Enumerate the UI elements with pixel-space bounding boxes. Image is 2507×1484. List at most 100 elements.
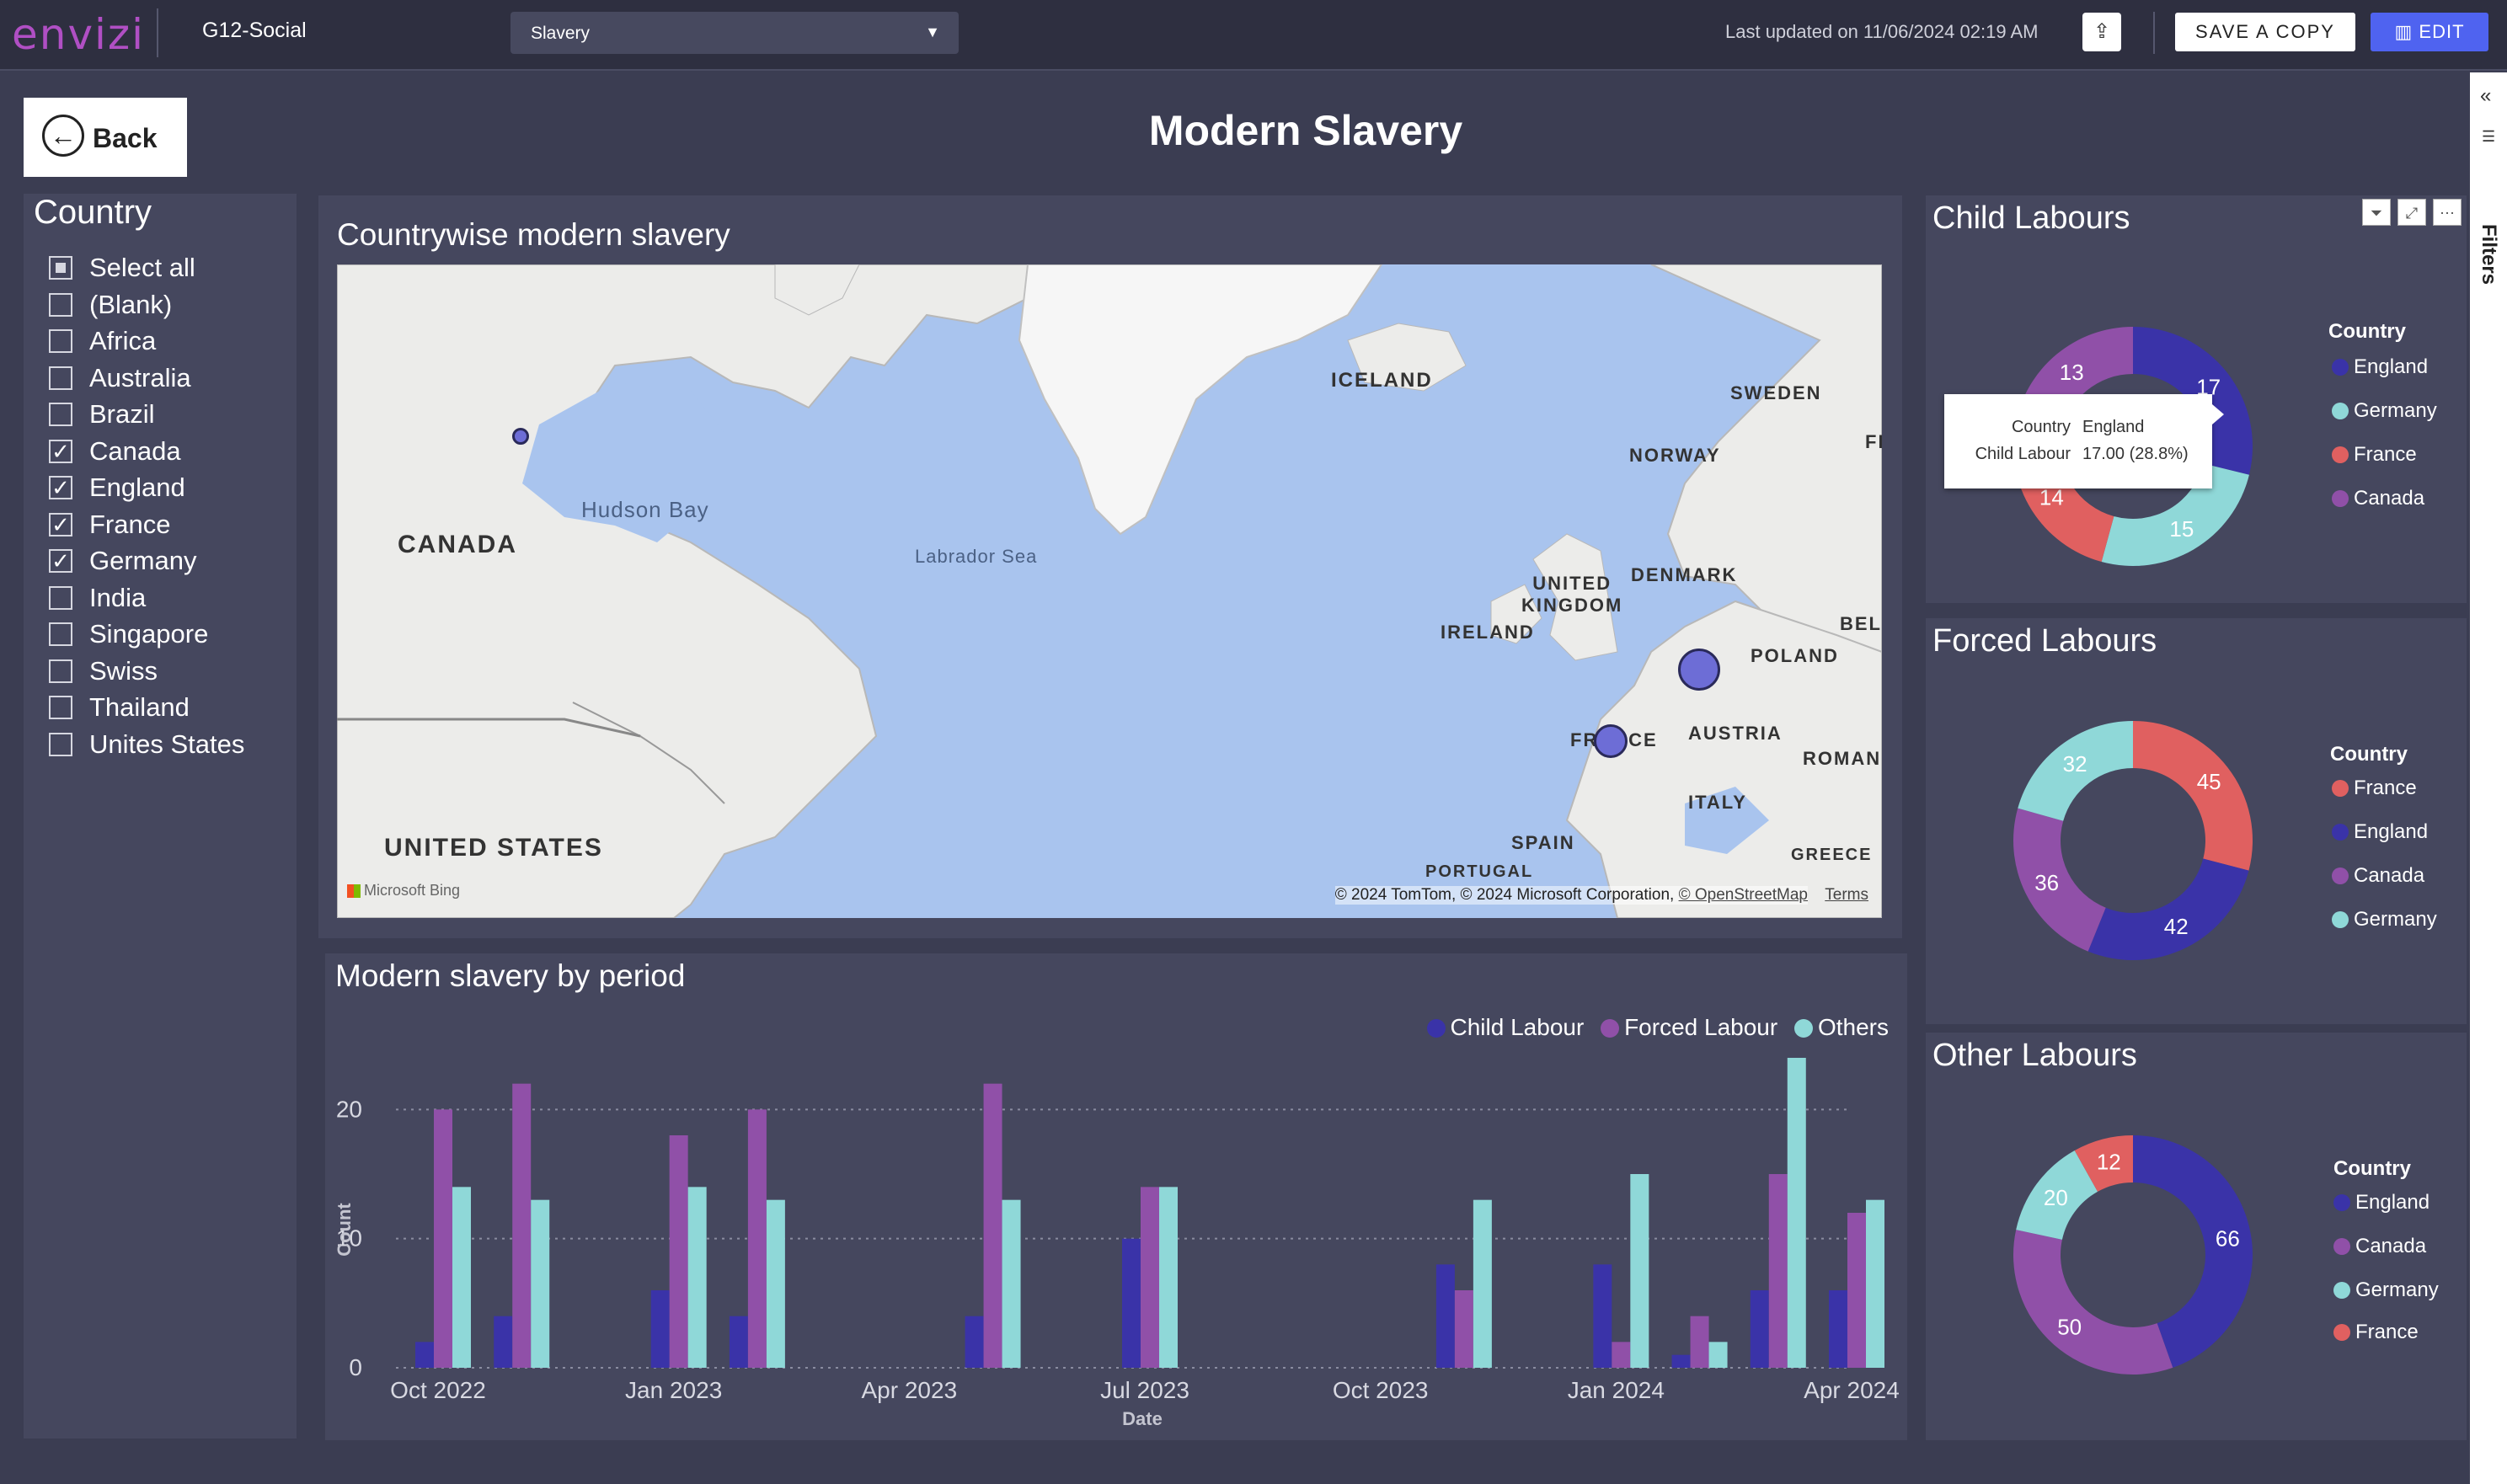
map-bubble-canada[interactable] <box>512 428 529 445</box>
map-bubble-germany[interactable] <box>1678 649 1720 691</box>
bar-others[interactable] <box>1866 1199 1884 1368</box>
donut-slice-england[interactable] <box>2087 858 2249 960</box>
legend-item-england[interactable]: England <box>2333 1191 2429 1214</box>
checkbox[interactable]: ✓ <box>49 476 72 499</box>
expand-filters-icon[interactable]: « <box>2480 84 2491 108</box>
legend-item-france[interactable]: France <box>2333 1321 2419 1344</box>
legend-item-canada[interactable]: Canada <box>2333 1235 2426 1258</box>
edit-button[interactable]: ▥ EDIT <box>2371 13 2488 51</box>
checkbox[interactable] <box>49 329 72 353</box>
legend-item-france[interactable]: France <box>2332 443 2417 467</box>
more-options-icon[interactable]: ⋯ <box>2433 199 2462 226</box>
bar-others[interactable] <box>452 1187 471 1368</box>
slicer-item[interactable]: ✓ France <box>49 508 293 542</box>
bar-others[interactable] <box>766 1199 785 1368</box>
slicer-item-label: Singapore <box>89 619 209 649</box>
slicer-item[interactable]: Africa <box>49 324 293 358</box>
slicer-item[interactable]: Select all <box>49 251 293 285</box>
terms-link[interactable]: Terms <box>1825 886 1868 905</box>
bar-forced-labour[interactable] <box>434 1109 452 1368</box>
bar-forced-labour[interactable] <box>669 1135 688 1368</box>
checkbox[interactable]: ✓ <box>49 549 72 573</box>
bar-forced-labour[interactable] <box>1847 1213 1866 1368</box>
slicer-item[interactable]: Swiss <box>49 654 293 688</box>
bar-child-labour[interactable] <box>965 1316 984 1368</box>
bar-child-labour[interactable] <box>1829 1290 1847 1368</box>
slicer-item[interactable]: Brazil <box>49 398 293 431</box>
bar-others[interactable] <box>1630 1174 1649 1368</box>
bar-child-labour[interactable] <box>1750 1290 1769 1368</box>
legend-item-canada[interactable]: Canada <box>2332 487 2424 510</box>
slicer-item[interactable]: ✓ Germany <box>49 544 293 578</box>
slicer-item[interactable]: India <box>49 581 293 615</box>
bar-child-labour[interactable] <box>494 1316 513 1368</box>
save-copy-button[interactable]: SAVE A COPY <box>2175 13 2355 51</box>
legend-item-forced-labour[interactable]: Forced Labour <box>1601 1014 1777 1040</box>
checkbox[interactable]: ✓ <box>49 512 72 536</box>
legend-item-france[interactable]: France <box>2332 777 2417 800</box>
checkbox[interactable] <box>49 403 72 426</box>
envizi-logo[interactable]: envizi <box>12 10 145 59</box>
back-button[interactable]: ← Back <box>24 98 187 177</box>
bar-child-labour[interactable] <box>650 1290 670 1368</box>
bar-forced-labour[interactable] <box>1141 1187 1159 1368</box>
checkbox[interactable] <box>49 256 72 280</box>
checkbox[interactable] <box>49 585 72 610</box>
bar-forced-labour[interactable] <box>1454 1290 1473 1368</box>
legend-item-germany[interactable]: Germany <box>2333 1278 2439 1302</box>
bar-child-labour[interactable] <box>1593 1264 1612 1368</box>
slicer-item[interactable]: Thailand <box>49 691 293 724</box>
legend-item-others[interactable]: Others <box>1793 1014 1889 1040</box>
donut-slice-canada[interactable] <box>2013 1230 2173 1375</box>
legend-item-germany[interactable]: Germany <box>2332 399 2437 423</box>
bar-forced-labour[interactable] <box>1768 1174 1788 1368</box>
legend-item-england[interactable]: England <box>2332 355 2428 379</box>
legend-item-canada[interactable]: Canada <box>2332 864 2424 888</box>
bar-child-labour[interactable] <box>729 1316 748 1368</box>
checkbox[interactable] <box>49 292 72 317</box>
map-canvas[interactable]: ICELAND SWEDEN FINLA NORWAY Hudson Bay L… <box>337 264 1882 918</box>
checkbox[interactable] <box>49 366 72 390</box>
filters-pane-collapsed[interactable]: « ☰ Filters <box>2470 72 2507 1484</box>
osm-link[interactable]: © OpenStreetMap <box>1679 886 1808 904</box>
bar-others[interactable] <box>687 1187 707 1368</box>
report-select[interactable]: Slavery ▼ <box>510 12 959 54</box>
filter-icon[interactable]: ⏷ <box>2362 199 2391 226</box>
checkbox[interactable] <box>49 659 72 683</box>
share-button[interactable]: ⇪ <box>2082 13 2121 51</box>
bar-others[interactable] <box>1787 1058 1806 1368</box>
legend-item-child-labour[interactable]: Child Labour <box>1426 1014 1584 1040</box>
legend-item-germany[interactable]: Germany <box>2332 908 2437 932</box>
map-bubble-france[interactable] <box>1594 724 1628 758</box>
bar-others[interactable] <box>1708 1342 1728 1368</box>
slicer-item[interactable]: Australia <box>49 361 293 395</box>
bar-forced-labour[interactable] <box>1612 1342 1631 1368</box>
checkbox[interactable]: ✓ <box>49 439 72 463</box>
checkbox[interactable] <box>49 732 72 756</box>
bar-child-labour[interactable] <box>1671 1354 1691 1368</box>
slicer-item[interactable]: Singapore <box>49 617 293 651</box>
bar-forced-labour[interactable] <box>983 1083 1002 1368</box>
bar-forced-labour[interactable] <box>512 1083 532 1368</box>
bar-child-labour[interactable] <box>1122 1238 1141 1368</box>
slicer-item[interactable]: ✓ England <box>49 471 293 504</box>
slicer-item-label: India <box>89 582 147 612</box>
donut-slice-france[interactable] <box>2133 721 2253 871</box>
bar-others[interactable] <box>1473 1199 1492 1368</box>
bar-child-labour[interactable] <box>415 1342 434 1368</box>
slicer-item-label: Australia <box>89 362 191 392</box>
donut-slice-canada[interactable] <box>2013 808 2106 952</box>
bar-others[interactable] <box>531 1199 550 1368</box>
slicer-item[interactable]: (Blank) <box>49 288 293 322</box>
focus-mode-icon[interactable]: ⤢ <box>2397 199 2426 226</box>
slicer-item[interactable]: ✓ Canada <box>49 435 293 468</box>
bar-forced-labour[interactable] <box>747 1109 767 1368</box>
bar-child-labour[interactable] <box>1435 1264 1455 1368</box>
slicer-item[interactable]: Unites States <box>49 728 293 761</box>
checkbox[interactable] <box>49 622 72 646</box>
legend-item-england[interactable]: England <box>2332 820 2428 844</box>
bar-forced-labour[interactable] <box>1690 1316 1709 1368</box>
checkbox[interactable] <box>49 696 72 719</box>
bar-others[interactable] <box>1159 1187 1178 1368</box>
bar-others[interactable] <box>1002 1199 1021 1368</box>
